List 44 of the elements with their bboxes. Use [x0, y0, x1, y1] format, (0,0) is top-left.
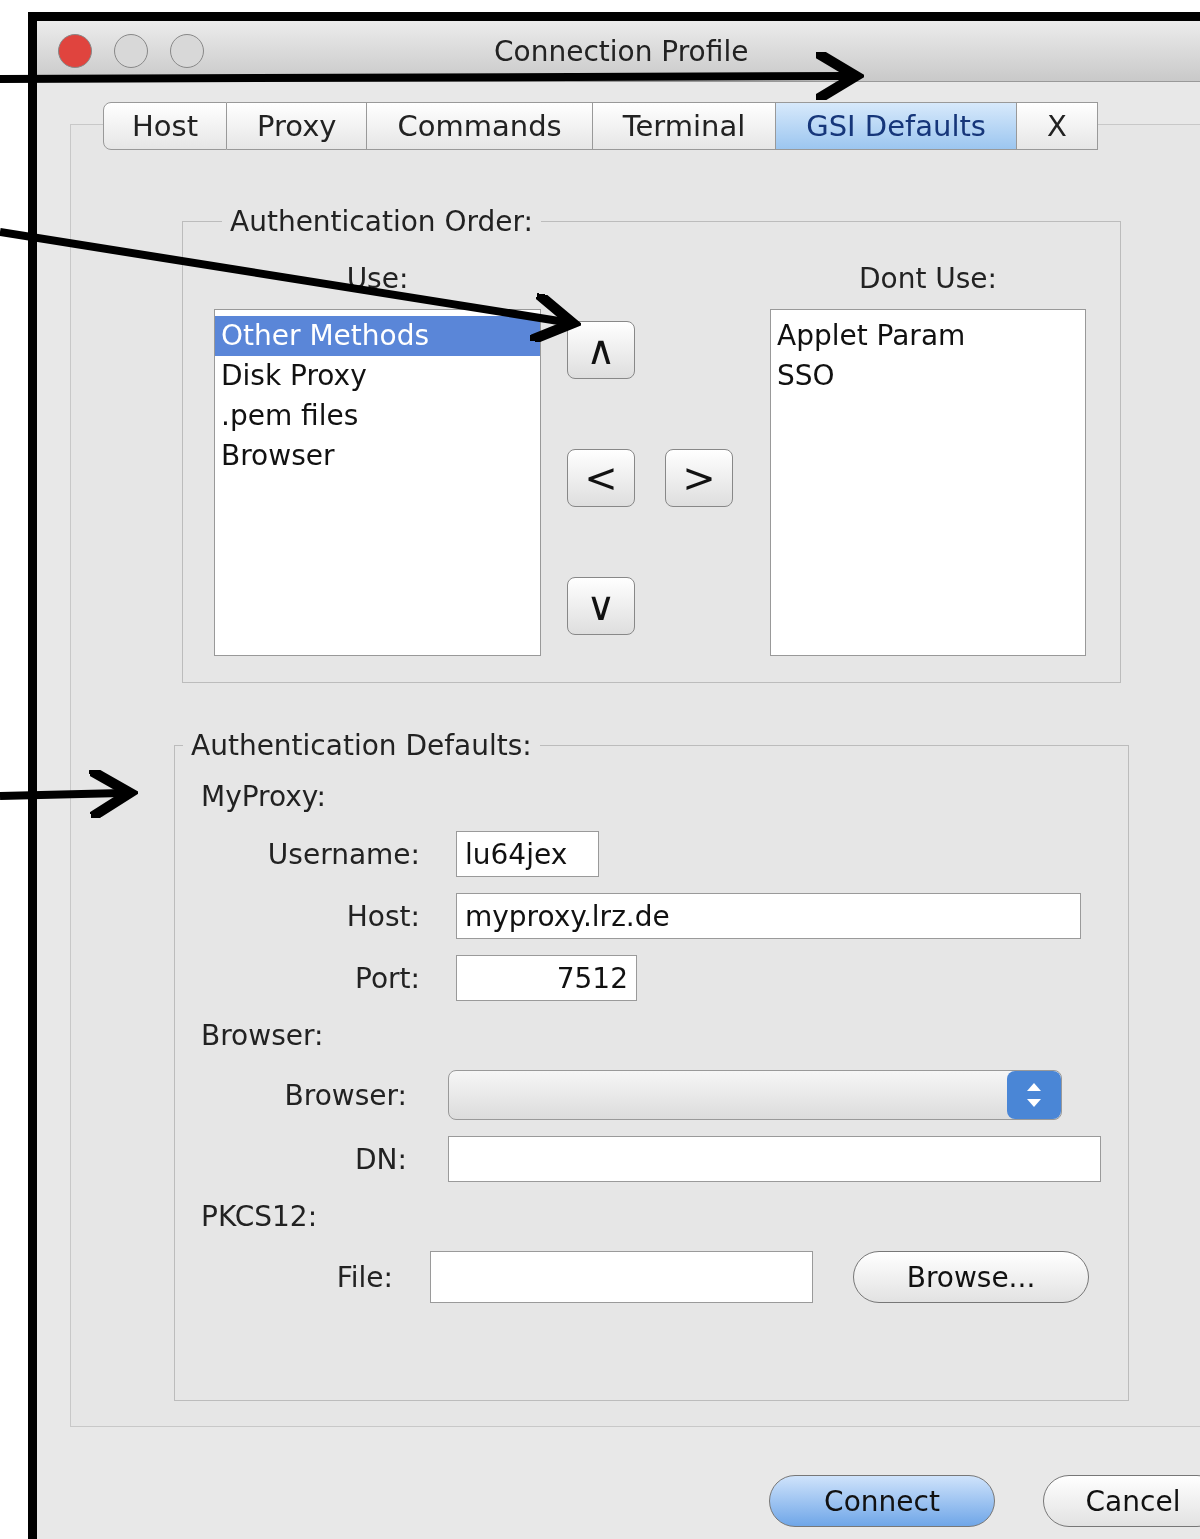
- group-title: Authentication Order:: [229, 205, 534, 238]
- list-item[interactable]: SSO: [771, 356, 1085, 396]
- field-label: Port:: [354, 961, 420, 995]
- list-label: Dont Use:: [857, 261, 999, 297]
- move-left-button[interactable]: <: [567, 449, 635, 507]
- browse-button[interactable]: Browse...: [853, 1251, 1089, 1303]
- field-label: Username:: [266, 837, 420, 871]
- tab[interactable]: Proxy: [227, 102, 368, 150]
- list-box[interactable]: Other Methods Disk Proxy .pem files Browser: [214, 309, 541, 656]
- list-item[interactable]: Disk Proxy: [215, 356, 540, 396]
- input-field[interactable]: 7512: [456, 955, 637, 1001]
- tab[interactable]: Terminal: [592, 102, 777, 150]
- list-box[interactable]: Applet Param SSO: [770, 309, 1086, 656]
- dropdown[interactable]: [448, 1070, 1062, 1120]
- input-field[interactable]: lu64jex: [456, 831, 599, 877]
- section-title: Browser:: [200, 1019, 325, 1052]
- zoom-icon[interactable]: [170, 34, 204, 68]
- tab[interactable]: X: [1016, 102, 1098, 150]
- stepper-icon: [1007, 1071, 1061, 1119]
- tab[interactable]: Commands: [367, 102, 593, 150]
- field-label: File:: [335, 1260, 393, 1294]
- input-field[interactable]: myproxy.lrz.de: [456, 893, 1081, 939]
- tab[interactable]: Host: [103, 102, 228, 150]
- section-title: PKCS12:: [200, 1200, 319, 1233]
- input-field[interactable]: [430, 1251, 813, 1303]
- move-up-button[interactable]: ∧: [567, 321, 635, 379]
- tab[interactable]: GSI Defaults: [776, 102, 1017, 150]
- move-right-button[interactable]: >: [665, 449, 733, 507]
- field-label: Browser:: [283, 1078, 407, 1112]
- minimize-icon[interactable]: [114, 34, 148, 68]
- section-title: MyProxy:: [200, 780, 327, 813]
- field-label: DN:: [354, 1142, 407, 1176]
- input-field[interactable]: [448, 1136, 1101, 1182]
- move-down-button[interactable]: ∨: [567, 577, 635, 635]
- field-label: Host:: [345, 899, 420, 933]
- list-item[interactable]: .pem files: [215, 396, 540, 436]
- close-icon[interactable]: [58, 34, 92, 68]
- window-title: Connection Profile: [494, 34, 749, 68]
- list-item[interactable]: Applet Param: [771, 316, 1085, 356]
- list-item[interactable]: Browser: [215, 436, 540, 476]
- cancel-button[interactable]: Cancel: [1043, 1475, 1200, 1527]
- connect-button[interactable]: Connect: [769, 1475, 995, 1527]
- group-title: Authentication Defaults:: [190, 729, 533, 762]
- list-item[interactable]: Other Methods: [215, 316, 540, 356]
